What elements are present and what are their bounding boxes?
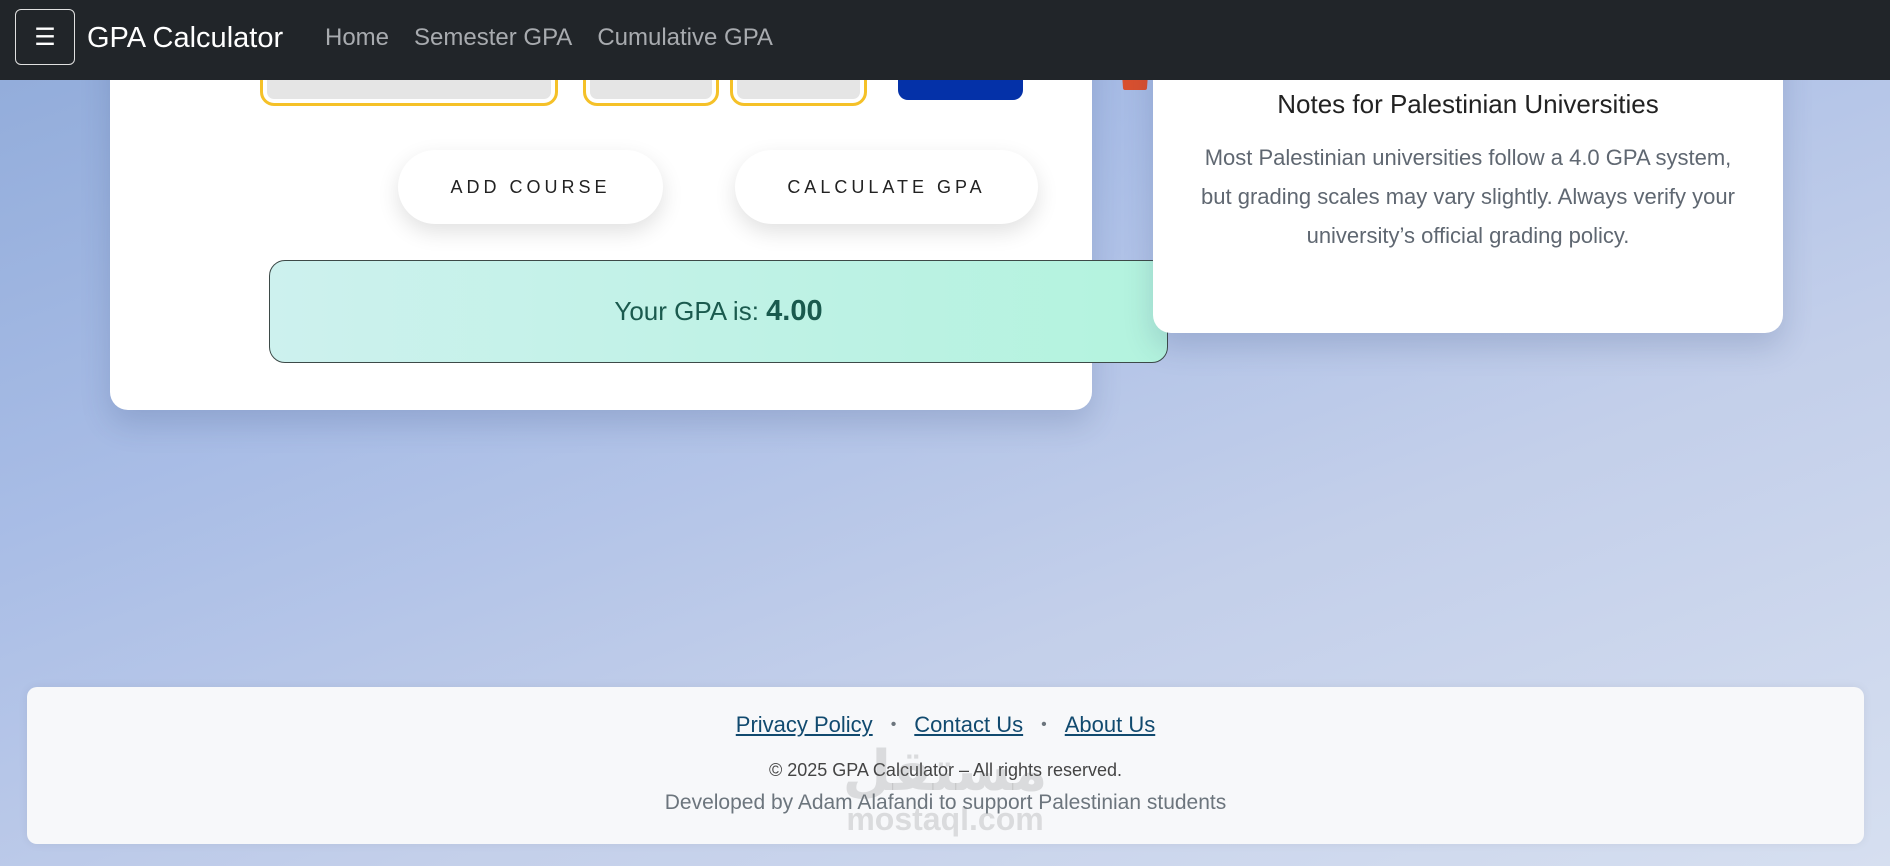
developer-credit: Developed by Adam Alafandi to support Pa… <box>664 791 1227 814</box>
footer-links: Privacy Policy • Contact Us • About Us <box>27 712 1864 738</box>
brand-title[interactable]: GPA Calculator <box>87 20 283 56</box>
about-us-link[interactable]: About Us <box>1065 712 1156 738</box>
footer-separator: • <box>890 716 897 733</box>
add-course-button[interactable]: ADD COURSE <box>398 150 663 224</box>
top-navbar: ☰ GPA Calculator Home Semester GPA Cumul… <box>0 0 1890 80</box>
gpa-value: 4.00 <box>766 295 823 327</box>
copyright-text: © 2025 GPA Calculator – All rights reser… <box>768 760 1123 780</box>
nav-link-cumulative-gpa[interactable]: Cumulative GPA <box>597 23 773 53</box>
calculate-gpa-button[interactable]: CALCULATE GPA <box>735 150 1038 224</box>
notes-title: Notes for Palestinian Universities <box>1277 89 1659 119</box>
footer: Privacy Policy • Contact Us • About Us ©… <box>27 687 1864 844</box>
nav-link-home[interactable]: Home <box>325 23 389 53</box>
privacy-policy-link[interactable]: Privacy Policy <box>736 712 873 738</box>
contact-us-link[interactable]: Contact Us <box>914 712 1023 738</box>
hamburger-icon[interactable]: ☰ <box>15 9 75 65</box>
nav-link-semester-gpa[interactable]: Semester GPA <box>414 23 572 53</box>
nav-links: Home Semester GPA Cumulative GPA <box>325 23 773 53</box>
gpa-result-box: Your GPA is: 4.00 <box>269 260 1168 363</box>
footer-separator: • <box>1041 716 1047 733</box>
notes-text: Most Palestinian universities follow a 4… <box>1201 145 1735 248</box>
gpa-result-label: Your GPA is: <box>614 296 759 326</box>
